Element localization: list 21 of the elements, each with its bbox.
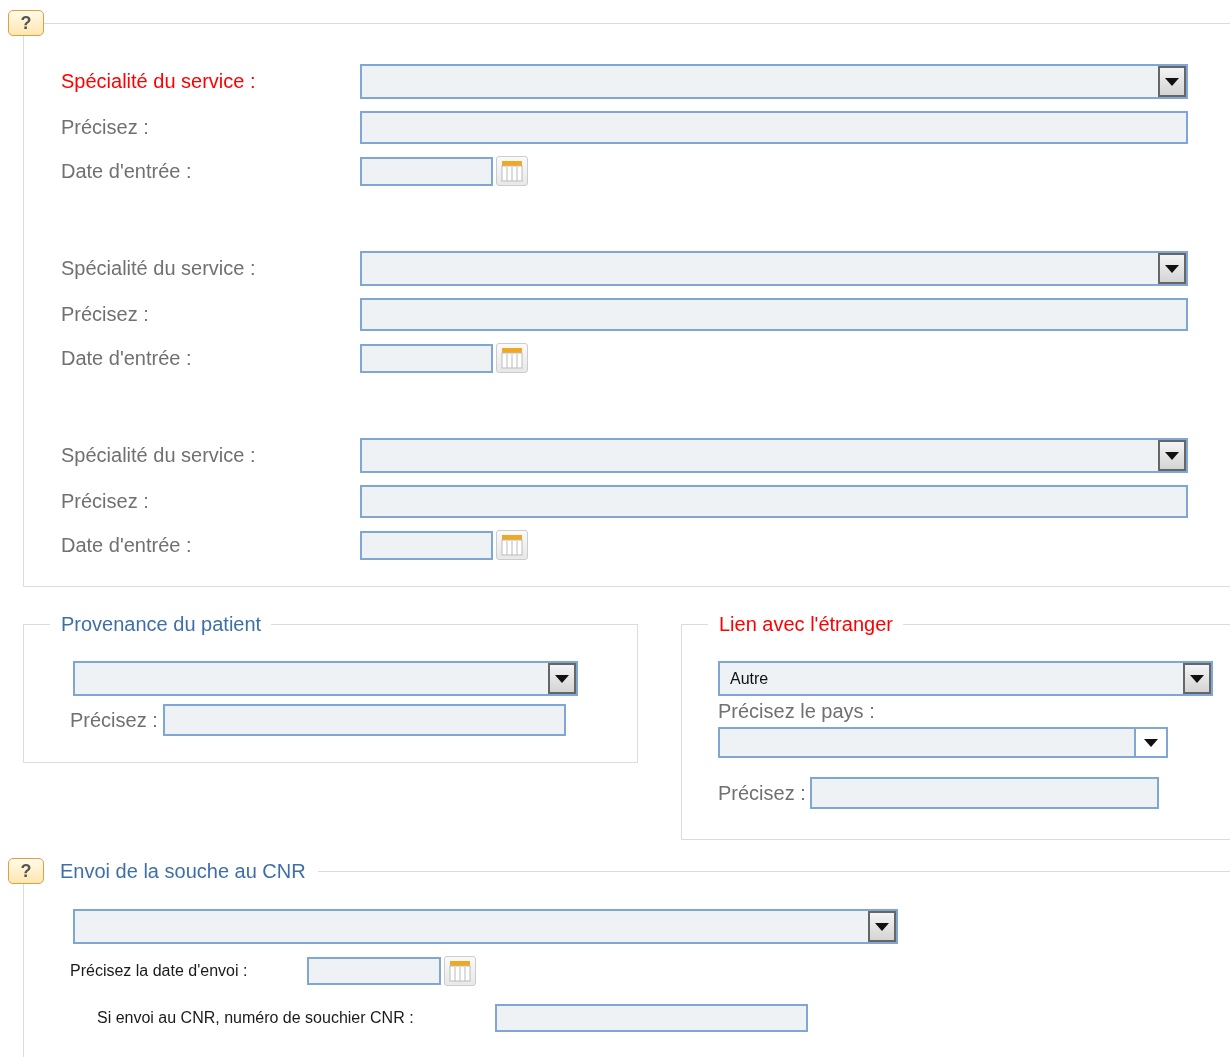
panel-legend: Lien avec l'étranger — [708, 613, 903, 636]
field-label: Précisez : — [61, 116, 150, 139]
field-label: Si envoi au CNR, numéro de souchier CNR : — [97, 1009, 415, 1027]
field-label: Spécialité du service : — [61, 444, 257, 467]
field-label: Précisez le pays : — [718, 700, 876, 723]
help-button[interactable]: ? — [8, 858, 44, 884]
field-label: Précisez la date d'envoi : — [70, 962, 249, 980]
field-label: Précisez : — [718, 781, 806, 805]
panel-legend: Provenance du patient — [50, 613, 272, 636]
field-label: Précisez : — [70, 708, 158, 732]
field-label: Précisez : — [61, 490, 150, 513]
field-label: Date d'entrée : — [61, 533, 193, 557]
field-label: Spécialité du service : — [61, 70, 257, 93]
dropdown-value: Autre — [730, 669, 769, 688]
field-label: Spécialité du service : — [61, 257, 257, 280]
dropdown[interactable]: Autre — [718, 661, 1213, 696]
help-button[interactable]: ? — [8, 10, 44, 36]
section-title: Envoi de la souche au CNR — [59, 859, 307, 883]
field-label: Date d'entrée : — [61, 346, 193, 370]
field-label: Précisez : — [61, 303, 150, 326]
field-label: Date d'entrée : — [61, 159, 193, 183]
